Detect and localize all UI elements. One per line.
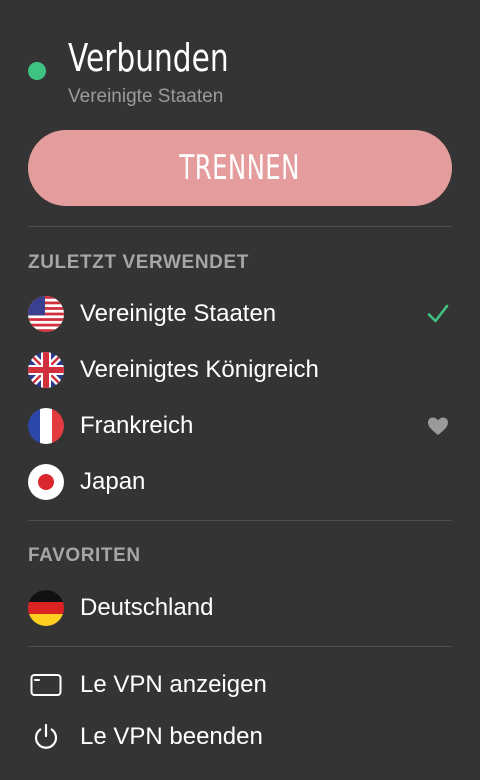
divider [28, 226, 452, 227]
us-flag-icon [28, 296, 64, 332]
power-icon [30, 723, 62, 751]
show-vpn-label: Le VPN anzeigen [80, 671, 267, 698]
connected-status-dot [28, 62, 46, 80]
status-title: Verbunden [68, 36, 229, 80]
recent-item-label: Japan [80, 468, 146, 495]
recent-item-label: Vereinigte Staaten [80, 300, 277, 327]
recent-item-japan[interactable]: Japan [28, 460, 452, 504]
france-flag-icon [28, 408, 64, 444]
quit-vpn-menu-item[interactable]: Le VPN beenden [28, 715, 452, 759]
favorite-item-label: Deutschland [80, 594, 214, 621]
check-icon [426, 302, 450, 326]
japan-flag-icon [28, 464, 64, 500]
favorites-section-heading: FAVORITEN [28, 545, 141, 566]
heart-icon[interactable] [426, 414, 450, 438]
recent-section-heading: ZULETZT VERWENDET [28, 252, 249, 273]
show-vpn-menu-item[interactable]: Le VPN anzeigen [28, 663, 452, 707]
recent-item-united-states[interactable]: Vereinigte Staaten [28, 292, 452, 336]
recent-item-label: Vereinigtes Königreich [80, 356, 319, 383]
window-icon [30, 671, 62, 699]
divider [28, 520, 452, 521]
connected-location: Vereinigte Staaten [68, 86, 224, 107]
germany-flag-icon [28, 590, 64, 626]
recent-item-united-kingdom[interactable]: Vereinigtes Königreich [28, 348, 452, 392]
disconnect-button-label: TRENNEN [179, 148, 301, 188]
favorite-item-germany[interactable]: Deutschland [28, 586, 452, 630]
connection-status: Verbunden Vereinigte Staaten [28, 32, 458, 112]
disconnect-button[interactable]: TRENNEN [28, 130, 452, 206]
uk-flag-icon [28, 352, 64, 388]
quit-vpn-label: Le VPN beenden [80, 723, 263, 750]
divider [28, 646, 452, 647]
recent-item-france[interactable]: Frankreich [28, 404, 452, 448]
recent-item-label: Frankreich [80, 412, 194, 439]
